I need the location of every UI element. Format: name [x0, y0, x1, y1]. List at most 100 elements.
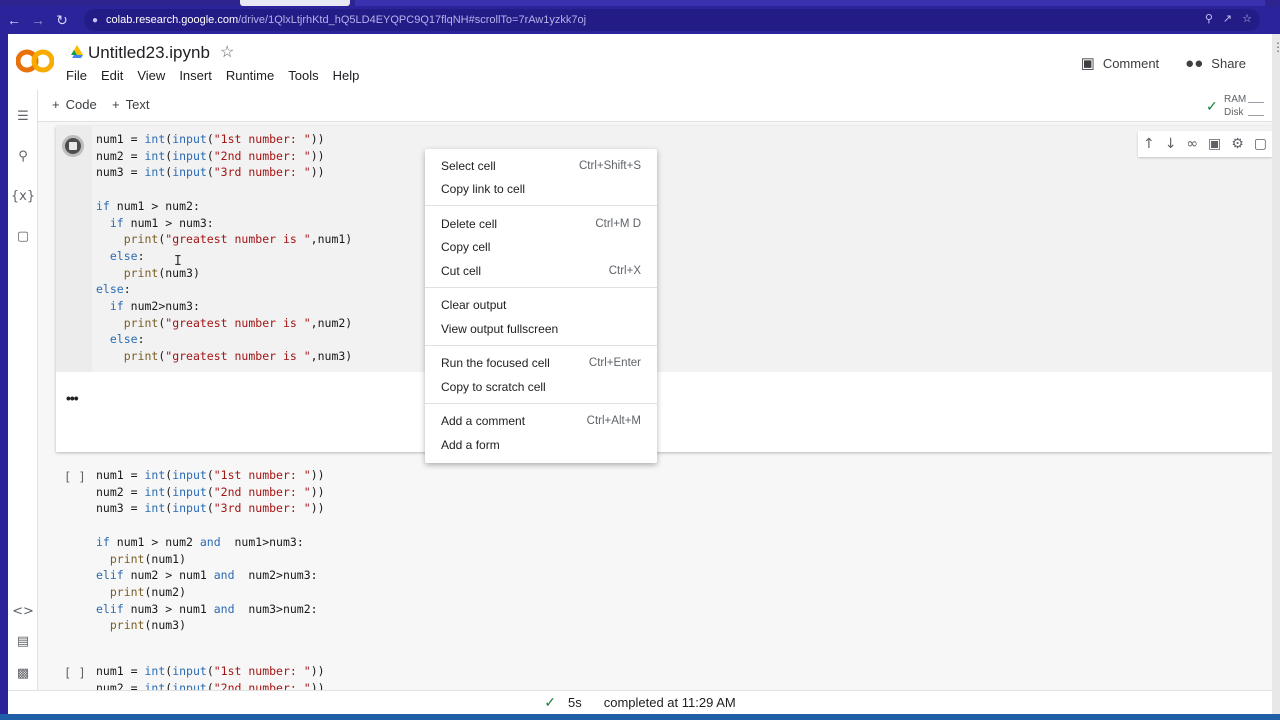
bookmark-star-icon[interactable]: ☆	[1242, 12, 1252, 25]
menu-file[interactable]: File	[66, 68, 87, 83]
code-line: print(num3)	[109, 618, 187, 633]
menu-item-copy-to-scratch[interactable]: Copy to scratch cell	[425, 376, 657, 398]
notebook-title[interactable]: Untitled23.ipynb	[88, 43, 210, 63]
menu-view[interactable]: View	[137, 68, 165, 83]
menu-item-label: Copy cell	[441, 240, 491, 254]
share-button[interactable]: ●● Share	[1185, 55, 1246, 72]
menu-item-shortcut: Ctrl+Shift+S	[579, 160, 641, 172]
forward-arrow-icon[interactable]: →	[28, 10, 48, 30]
menu-item-view-output-fullscreen[interactable]: View output fullscreen	[425, 318, 657, 340]
output-ellipsis[interactable]: •••	[66, 390, 79, 406]
move-up-arrow-icon[interactable]: ↑	[1143, 136, 1155, 152]
menu-item-label: Copy link to cell	[441, 182, 526, 196]
code-line: num1 = int(input("1st number: "))	[96, 664, 325, 678]
reload-icon[interactable]: ↻	[52, 10, 72, 30]
run-cell-button[interactable]: [ ]	[64, 666, 86, 680]
notebook-toolbar: + Code + Text ✓ RAM Disk	[38, 90, 1272, 122]
menu-item-label: View output fullscreen	[441, 322, 559, 336]
settings-edge-icon[interactable]: ⋮	[1272, 40, 1280, 80]
menu-item-label: Add a form	[441, 438, 500, 452]
menu-item-copy-cell[interactable]: Copy cell	[425, 236, 657, 258]
cell-1-code[interactable]: num1 = int(input("1st number: ")) num2 =…	[96, 131, 352, 365]
add-text-button[interactable]: + Text	[112, 97, 149, 112]
resources-indicator[interactable]: ✓ RAM Disk	[1206, 92, 1266, 120]
files-folder-icon[interactable]: ▢	[12, 225, 34, 247]
people-icon: ●●	[1185, 54, 1204, 72]
code-line: num2 = int(input("2nd number: "))	[96, 680, 325, 690]
command-palette-icon[interactable]: ▤	[12, 630, 34, 652]
ram-label: RAM	[1224, 94, 1247, 105]
code-line: print("greatest number is ",num1)	[123, 232, 353, 247]
code-line: print(num1)	[109, 551, 187, 566]
code-line: num1 = int(input("1st number: "))	[96, 468, 325, 482]
execution-duration: 5s	[567, 695, 582, 710]
code-cell[interactable]: [ ] num1 = int(input("1st number: ")) nu…	[56, 462, 1272, 642]
terminal-icon[interactable]: ▩	[12, 662, 34, 684]
gear-icon[interactable]: ⚙	[1231, 136, 1244, 152]
menu-item-label: Run the focused cell	[441, 356, 550, 370]
add-text-label: Text	[125, 97, 150, 112]
disk-bar	[1248, 115, 1264, 116]
url-host: colab.research.google.com	[106, 14, 239, 26]
browser-toolbar: ← → ↻ ● colab.research.google.com /drive…	[0, 6, 1280, 34]
variables-icon[interactable]: {x}	[11, 185, 35, 207]
code-line: print("greatest number is ",num3)	[123, 349, 353, 364]
code-line: num3 = int(input("3rd number: "))	[96, 165, 325, 180]
code-line: print(num2)	[109, 584, 187, 599]
comment-button[interactable]: ▣ Comment	[1081, 54, 1160, 72]
menu-item-run-focused-cell[interactable]: Run the focused cell Ctrl+Enter	[425, 352, 657, 374]
menu-separator	[425, 287, 657, 288]
move-down-arrow-icon[interactable]: ↓	[1165, 136, 1177, 152]
code-line: print(num3)	[123, 265, 200, 280]
code-line: if num1 > num2 and num1>num3:	[96, 534, 304, 549]
menu-item-label: Cut cell	[441, 264, 482, 278]
code-cell[interactable]: [ ] num1 = int(input("1st number: ")) nu…	[56, 658, 1272, 690]
menu-item-add-form[interactable]: Add a form	[425, 434, 657, 456]
menu-item-add-comment[interactable]: Add a comment Ctrl+Alt+M	[425, 410, 657, 432]
comment-cell-icon[interactable]: ▣	[1208, 136, 1221, 152]
ram-bar	[1248, 102, 1264, 103]
share-page-icon[interactable]: ↗	[1223, 12, 1232, 25]
text-cursor-icon: I	[174, 254, 182, 269]
link-icon[interactable]: ∞	[1186, 136, 1198, 152]
address-bar[interactable]: ● colab.research.google.com /drive/1QlxL…	[84, 9, 1260, 31]
back-arrow-icon[interactable]: ←	[4, 10, 24, 30]
menu-item-shortcut: Ctrl+Enter	[588, 357, 641, 369]
colab-logo[interactable]	[16, 46, 54, 76]
add-code-label: Code	[65, 97, 97, 112]
left-sidebar: ☰ ⚲ {x} ▢ <> ▤ ▩	[8, 90, 38, 690]
menu-runtime[interactable]: Runtime	[226, 68, 274, 83]
search-icon[interactable]: ⚲	[12, 145, 34, 167]
menu-item-clear-output[interactable]: Clear output	[425, 294, 657, 316]
mirror-cell-icon[interactable]: ▢	[1254, 136, 1267, 152]
menu-item-select-cell[interactable]: Select cell Ctrl+Shift+S	[425, 155, 657, 177]
code-line: else:	[96, 282, 131, 297]
menu-separator	[425, 403, 657, 404]
star-icon[interactable]: ☆	[220, 42, 234, 62]
comment-icon: ▣	[1080, 55, 1095, 72]
menu-separator	[425, 205, 657, 206]
menu-item-delete-cell[interactable]: Delete cell Ctrl+M D	[425, 213, 657, 235]
menu-item-label: Clear output	[441, 298, 507, 312]
cell-2-code[interactable]: num1 = int(input("1st number: ")) num2 =…	[96, 467, 325, 634]
add-code-button[interactable]: + Code	[52, 97, 97, 112]
menu-item-label: Delete cell	[441, 217, 498, 231]
menu-help[interactable]: Help	[333, 68, 360, 83]
table-of-contents-icon[interactable]: ☰	[12, 105, 34, 127]
share-label: Share	[1211, 55, 1246, 71]
run-cell-button[interactable]: [ ]	[64, 470, 86, 484]
os-taskbar	[0, 714, 1280, 720]
cell-3-code[interactable]: num1 = int(input("1st number: ")) num2 =…	[96, 663, 325, 690]
stop-execution-icon[interactable]	[62, 135, 84, 157]
menu-item-cut-cell[interactable]: Cut cell Ctrl+X	[425, 260, 657, 282]
zoom-icon[interactable]: ⚲	[1205, 12, 1213, 25]
menu-item-copy-link[interactable]: Copy link to cell	[425, 178, 657, 200]
execution-status[interactable]: completed at 11:29 AM	[604, 695, 736, 710]
menu-tools[interactable]: Tools	[288, 68, 318, 83]
code-snippets-icon[interactable]: <>	[12, 600, 34, 622]
url-path: /drive/1QlxLtjrhKtd_hQ5LD4EYQPC9Q17flqNH…	[238, 14, 587, 26]
menu-insert[interactable]: Insert	[179, 68, 212, 83]
code-cell-running[interactable]: num1 = int(input("1st number: ")) num2 =…	[56, 126, 1272, 452]
cell-toolbar: ↑ ↓ ∞ ▣ ⚙ ▢	[1138, 131, 1272, 157]
menu-edit[interactable]: Edit	[101, 68, 123, 83]
